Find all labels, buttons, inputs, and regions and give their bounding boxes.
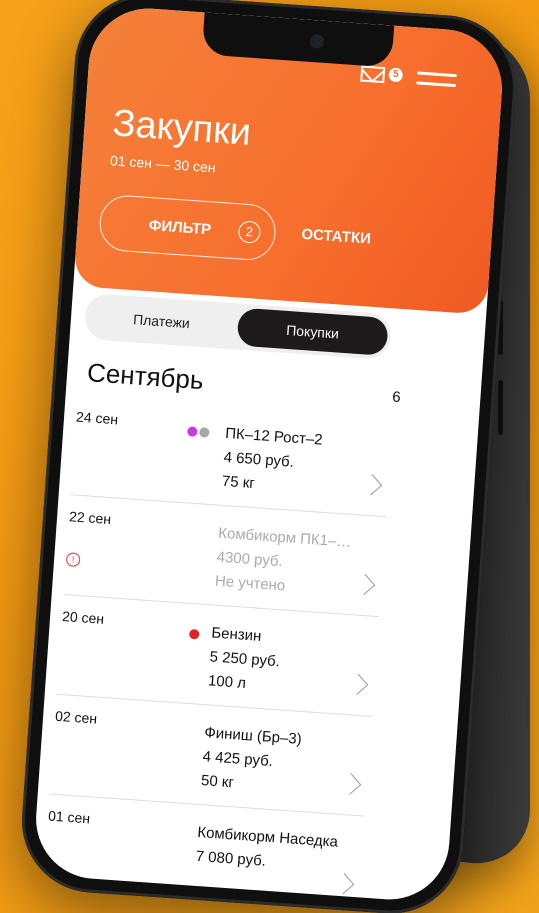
item-name: ПК–12 Рост–2	[224, 424, 324, 449]
remains-button[interactable]: ОСТАТКИ	[301, 226, 372, 248]
item-price: 5 250 руб.	[209, 648, 281, 671]
item-price: 4 650 руб.	[223, 448, 295, 471]
item-name: Комбикорм ПК1–…	[217, 524, 352, 551]
period-range[interactable]: 01 сен — 30 сен	[110, 152, 217, 175]
tab-purchases[interactable]: Покупки	[236, 307, 389, 356]
month-count: 6	[391, 388, 402, 407]
status-dot	[187, 426, 198, 437]
filter-label: ФИЛЬТР	[148, 217, 212, 239]
chevron-right-icon	[347, 673, 369, 695]
item-name: Комбикорм Наседка	[196, 823, 339, 851]
page-title: Закупки	[111, 102, 253, 154]
phone: 5 Закупки 01 сен — 30 сен ФИЛЬТР 2 ОСТАТ…	[17, 0, 521, 913]
status-dot	[188, 628, 200, 640]
item-date: 20 сен	[61, 607, 105, 627]
menu-icon[interactable]	[416, 71, 457, 88]
status-dot	[199, 427, 210, 438]
item-name: Финиш (Бр–3)	[203, 724, 303, 748]
item-date: 22 сен	[68, 508, 112, 528]
item-quantity: 50 кг	[200, 772, 235, 792]
chevron-right-icon	[361, 474, 383, 496]
item-date: 01 сен	[47, 807, 91, 827]
item-date: 02 сен	[54, 707, 98, 727]
camera-icon	[309, 33, 325, 49]
filter-button[interactable]: ФИЛЬТР 2	[97, 193, 278, 262]
chevron-right-icon	[333, 873, 355, 895]
item-price: 4 425 руб.	[202, 748, 274, 770]
item-price: 4300 руб.	[216, 548, 284, 571]
item-date: 24 сен	[75, 408, 119, 428]
item-quantity: 100 л	[207, 672, 247, 692]
item-price: 7 080 руб.	[195, 847, 267, 870]
tab-payments[interactable]: Платежи	[84, 293, 240, 350]
item-quantity: Не учтено	[214, 572, 286, 595]
item-quantity: 75 кг	[221, 472, 256, 493]
item-name: Бензин	[210, 624, 262, 645]
warning-icon: !	[65, 552, 81, 568]
filter-count-badge: 2	[237, 220, 262, 244]
month-heading: Сентябрь	[86, 357, 205, 396]
phone-side-button	[498, 380, 503, 435]
mail-icon[interactable]	[360, 65, 386, 84]
chevron-right-icon	[354, 573, 376, 596]
app-screen: 5 Закупки 01 сен — 30 сен ФИЛЬТР 2 ОСТАТ…	[32, 4, 506, 904]
mail-badge: 5	[388, 67, 404, 83]
chevron-right-icon	[340, 773, 362, 795]
